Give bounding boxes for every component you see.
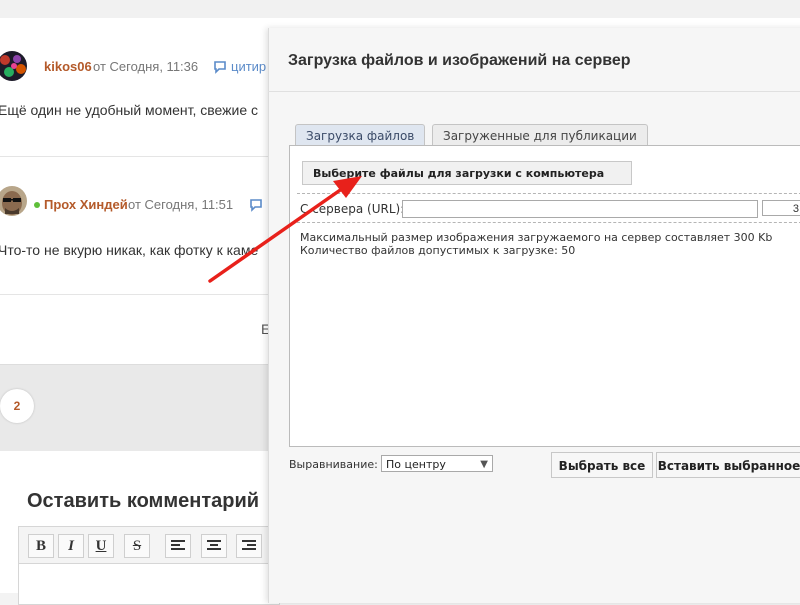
online-indicator — [34, 202, 40, 208]
insert-selected-button[interactable]: Вставить выбранное — [656, 452, 800, 478]
comment-date: от Сегодня, 11:36 — [93, 59, 199, 74]
quote-icon[interactable] — [213, 60, 227, 79]
upload-tab-panel — [289, 145, 800, 447]
comment-author[interactable]: kikos06 — [44, 59, 92, 74]
align-left-icon — [171, 540, 185, 550]
italic-button[interactable]: I — [58, 534, 84, 558]
chevron-down-icon: ▼ — [480, 459, 488, 470]
alignment-select[interactable]: По центру ▼ — [381, 455, 493, 472]
modal-title: Загрузка файлов и изображений на сервер — [288, 52, 631, 69]
comment-author[interactable]: Прох Хиндей — [44, 197, 128, 212]
quote-icon[interactable] — [249, 198, 263, 217]
underline-button[interactable]: U — [88, 534, 114, 558]
align-left-button[interactable] — [165, 534, 191, 558]
select-all-button[interactable]: Выбрать все — [551, 452, 653, 478]
url-extra-field[interactable]: 3 — [762, 200, 800, 216]
max-size-info: Максимальный размер изображения загружае… — [300, 231, 773, 244]
dashed-divider — [297, 222, 800, 223]
comment-editor[interactable] — [18, 563, 280, 605]
modal-title-divider — [268, 91, 800, 92]
align-center-icon — [207, 540, 221, 550]
page-number[interactable]: 2 — [0, 389, 34, 423]
divider — [0, 156, 270, 157]
top-band — [0, 0, 800, 19]
tab-uploaded-for-publication[interactable]: Загруженные для публикации — [432, 124, 648, 147]
bold-button[interactable]: B — [28, 534, 54, 558]
comment-text: Ещё один не удобный момент, свежие с — [0, 102, 259, 118]
alignment-label: Выравнивание: — [289, 458, 378, 471]
align-center-button[interactable] — [201, 534, 227, 558]
comment-date: от Сегодня, 11:51 — [128, 197, 234, 212]
url-input[interactable] — [402, 200, 758, 218]
file-count-info: Количество файлов допустимых к загрузке:… — [300, 244, 576, 257]
alignment-selected-value: По центру — [386, 458, 446, 471]
dashed-divider — [297, 193, 800, 194]
leave-comment-title: Оставить комментарий — [27, 490, 260, 512]
choose-files-button[interactable]: Выберите файлы для загрузки с компьютера — [302, 161, 632, 185]
url-label: С сервера (URL): — [300, 202, 405, 216]
align-right-icon — [242, 540, 256, 550]
quote-link[interactable]: цитир — [231, 59, 266, 74]
align-right-button[interactable] — [236, 534, 262, 558]
divider — [0, 294, 270, 295]
tab-upload-files[interactable]: Загрузка файлов — [295, 124, 426, 147]
comment-text: Что-то не вкурю никак, как фотку к каме — [0, 242, 259, 258]
strike-button[interactable]: S — [124, 534, 150, 558]
